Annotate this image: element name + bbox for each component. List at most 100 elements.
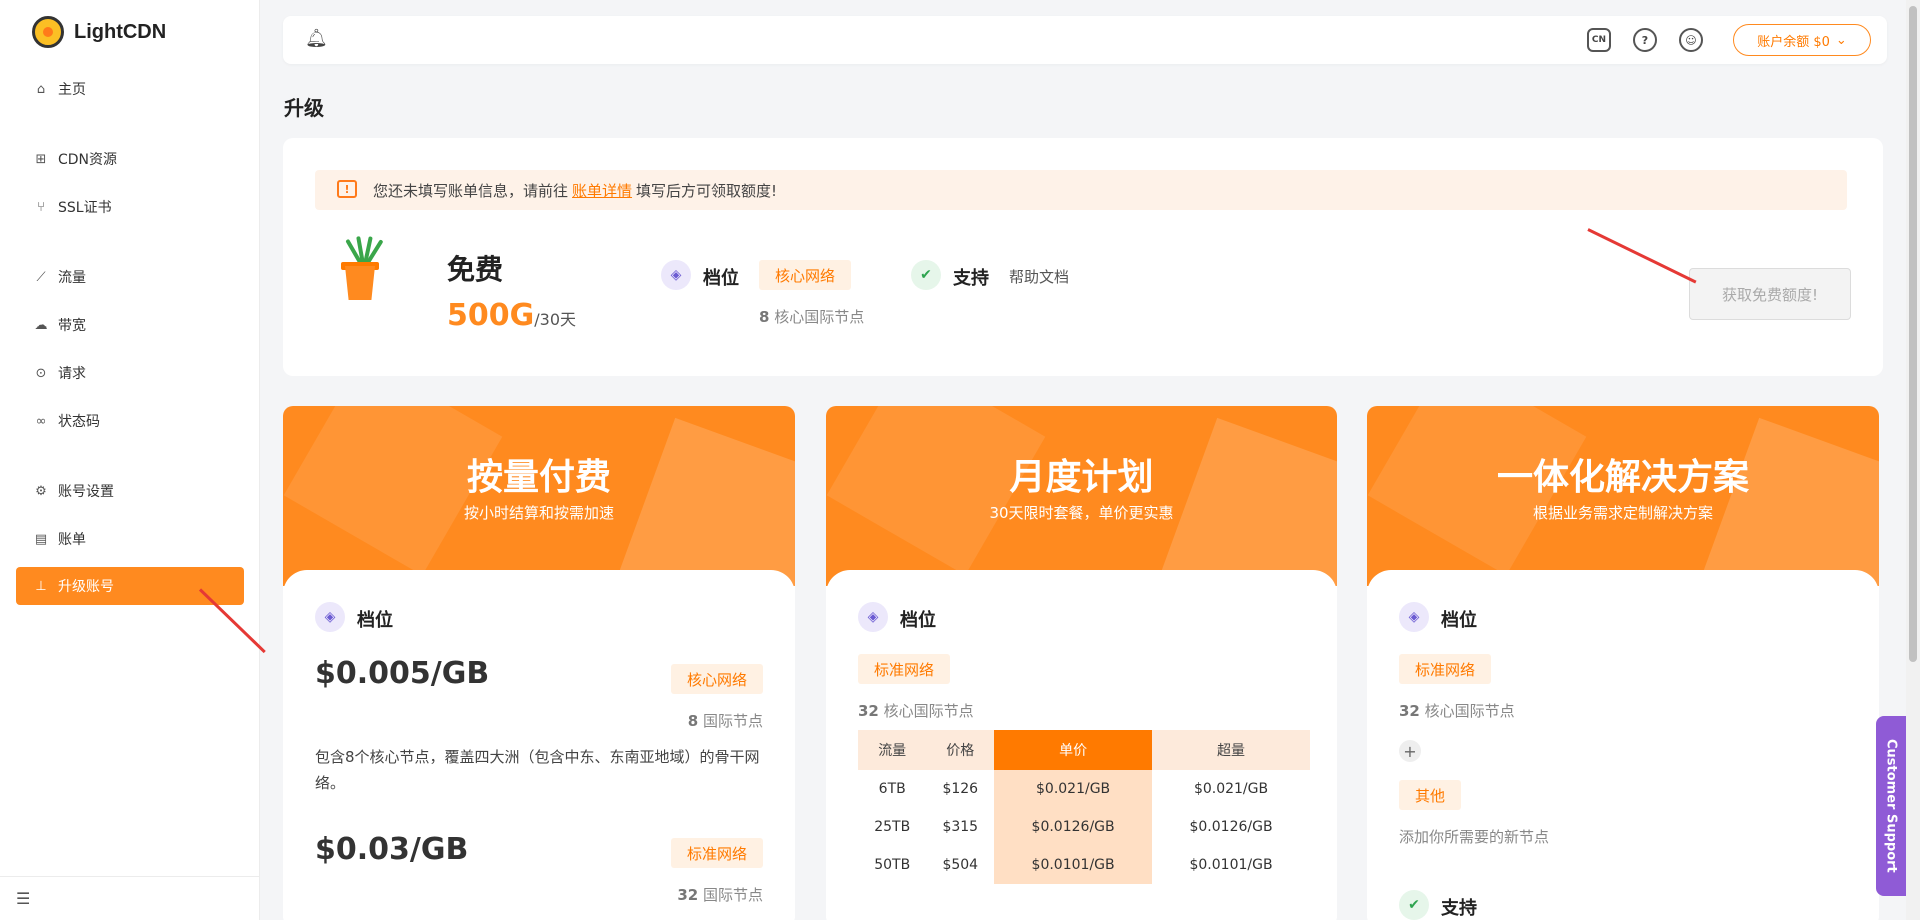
logo-icon — [32, 16, 64, 48]
sidebar-item-billing[interactable]: ▤ 账单 — [16, 520, 244, 558]
table-cell: $0.021/GB — [1193, 781, 1269, 797]
customer-support-tab[interactable]: Customer Support — [1876, 716, 1906, 896]
nodes-text: 国际节点 — [702, 886, 763, 904]
nodes-text: 核心国际节点 — [1424, 702, 1515, 720]
table-cell: 50TB — [874, 857, 911, 873]
chevron-down-icon: ⌄ — [1835, 32, 1847, 48]
table-cell: $126 — [942, 781, 979, 797]
tier-badge: 标准网络 — [1399, 654, 1492, 684]
grid-icon: ⊞ — [35, 151, 47, 167]
plan-subtitle: 按小时结算和按需加速 — [463, 504, 614, 522]
nodes-count: 8 — [687, 712, 699, 730]
sidebar-item-label: 请求 — [58, 366, 86, 382]
free-amount: 500G/30天 — [447, 298, 576, 333]
scrollbar[interactable] — [1906, 0, 1920, 920]
plan-header: 一体化解决方案 根据业务需求定制解决方案 — [1367, 406, 1879, 586]
help-docs-link[interactable]: 帮助文档 — [1009, 266, 1069, 287]
nodes-info: 8 国际节点 — [688, 710, 763, 731]
nodes-count: 32 — [1399, 702, 1420, 720]
balance-label: 账户余额 $0 — [1757, 34, 1830, 50]
tier-label: 档位 — [357, 610, 393, 631]
add-node-button[interactable]: + — [1399, 740, 1421, 762]
tier-label: 档位 — [1441, 610, 1477, 631]
nodes-count: 8 — [759, 308, 770, 326]
sidebar-item-label: CDN资源 — [58, 152, 118, 168]
plan-card-monthly: 月度计划 30天限时套餐，单价更实惠 ◈ 档位 标准网络 32 核心国际节点 流… — [826, 406, 1337, 920]
plan-card-pay-as-you-go: 按量付费 按小时结算和按需加速 ◈ 档位 $0.005/GB 核心网络 8 国际… — [283, 406, 795, 920]
plan-description: 包含8个核心节点，覆盖四大洲（包含中东、东南亚地域）的骨干网络。 — [315, 748, 760, 792]
sidebar-item-ssl[interactable]: ⑂ SSL证书 — [16, 188, 244, 226]
layers-icon: ◈ — [858, 602, 888, 632]
tier-label: 档位 — [900, 610, 936, 631]
table-row: 6TB $126 $0.021/GB $0.021/GB — [858, 770, 1310, 808]
sidebar-item-cdn[interactable]: ⊞ CDN资源 — [16, 140, 244, 178]
branch-icon: ⑂ — [37, 199, 45, 215]
table-cell: $315 — [942, 819, 979, 835]
tier-badge: 核心网络 — [670, 664, 763, 694]
sidebar-item-requests[interactable]: ⊙ 请求 — [16, 354, 244, 392]
sidebar: LightCDN ⌂ 主页 ⊞ CDN资源 ⑂ SSL证书 ⟋ 流量 ☁ 带宽 … — [0, 0, 260, 920]
billing-notice: ! 您还未填写账单信息，请前往 账单详情 填写后方可领取额度! — [315, 170, 1847, 210]
plan-subtitle: 30天限时套餐，单价更实惠 — [989, 504, 1174, 522]
notice-text: 您还未填写账单信息，请前往 — [373, 181, 569, 200]
layers-icon: ◈ — [315, 602, 345, 632]
plan-title: 月度计划 — [1009, 457, 1154, 498]
account-balance-button[interactable]: 账户余额 $0 ⌄ — [1733, 24, 1871, 56]
nodes-info: 32 核心国际节点 — [1399, 700, 1515, 721]
logo[interactable]: LightCDN — [32, 16, 166, 48]
sidebar-item-bandwidth[interactable]: ☁ 带宽 — [16, 306, 244, 344]
plan-body: ◈ 档位 标准网络 32 核心国际节点 + 其他 添加你所需要的新节点 ✔ 支持 — [1367, 570, 1879, 920]
sidebar-item-traffic[interactable]: ⟋ 流量 — [16, 258, 244, 296]
nodes-count: 32 — [858, 702, 879, 720]
price-core: $0.005/GB — [315, 656, 490, 691]
plan-subtitle: 根据业务需求定制解决方案 — [1532, 504, 1713, 522]
sidebar-collapse-button[interactable]: ☰ — [0, 876, 260, 920]
tier-badge: 标准网络 — [670, 838, 763, 868]
support-label: 支持 — [953, 268, 989, 289]
sidebar-item-status-codes[interactable]: ∞ 状态码 — [16, 402, 244, 440]
page-title: 升级 — [284, 96, 324, 120]
sidebar-item-home[interactable]: ⌂ 主页 — [16, 70, 244, 108]
table-row: 25TB $315 $0.0126/GB $0.0126/GB — [858, 808, 1310, 846]
sidebar-item-label: 带宽 — [58, 318, 86, 334]
upload-icon: ⊥ — [35, 578, 47, 594]
list-icon: ▤ — [34, 531, 48, 547]
notice-text-after: 填写后方可领取额度! — [636, 181, 778, 200]
tier-badge: 核心网络 — [759, 260, 852, 290]
line-chart-icon: ⟋ — [36, 269, 46, 285]
table-cell: $0.0126/GB — [1189, 819, 1273, 835]
table-cell: 25TB — [874, 819, 911, 835]
column-header: 流量 — [858, 730, 927, 770]
layers-icon: ◈ — [661, 260, 691, 290]
nodes-text: 核心国际节点 — [883, 702, 974, 720]
table-header-row: 流量 价格 单价 超量 — [858, 730, 1310, 770]
table-cell: $0.0101/GB — [1189, 857, 1273, 873]
plan-header: 月度计划 30天限时套餐，单价更实惠 — [826, 406, 1337, 586]
link-icon: ∞ — [35, 413, 47, 429]
user-icon[interactable]: ☺ — [1679, 28, 1703, 52]
help-icon[interactable]: ? — [1633, 28, 1657, 52]
scrollbar-thumb[interactable] — [1909, 6, 1917, 662]
support-label: 支持 — [1441, 898, 1477, 919]
claim-free-quota-button[interactable]: 获取免费额度! — [1689, 268, 1851, 320]
plan-body: ◈ 档位 $0.005/GB 核心网络 8 国际节点 包含8个核心节点，覆盖四大… — [283, 570, 795, 920]
language-icon[interactable]: CN — [1587, 28, 1611, 52]
layers-icon: ◈ — [1399, 602, 1429, 632]
sidebar-item-label: SSL证书 — [58, 200, 112, 216]
sidebar-item-label: 账号设置 — [58, 484, 114, 500]
plan-title: 按量付费 — [466, 457, 611, 498]
home-icon: ⌂ — [36, 81, 46, 97]
handshake-icon: ✔ — [1399, 890, 1429, 920]
handshake-icon: ✔ — [911, 260, 941, 290]
top-header: 🔔︎ CN ? ☺ 账户余额 $0 ⌄ — [283, 16, 1887, 64]
sidebar-item-account-settings[interactable]: ⚙ 账号设置 — [16, 472, 244, 510]
tier-label: 档位 — [703, 268, 739, 289]
sidebar-item-label: 账单 — [58, 532, 86, 548]
sidebar-item-label: 主页 — [58, 82, 86, 98]
billing-details-link[interactable]: 账单详情 — [572, 180, 632, 201]
table-cell: $504 — [942, 857, 979, 873]
price-standard: $0.03/GB — [315, 832, 469, 867]
nodes-text: 国际节点 — [702, 712, 763, 730]
other-badge: 其他 — [1399, 780, 1462, 810]
bell-icon[interactable]: 🔔︎ — [305, 28, 328, 49]
